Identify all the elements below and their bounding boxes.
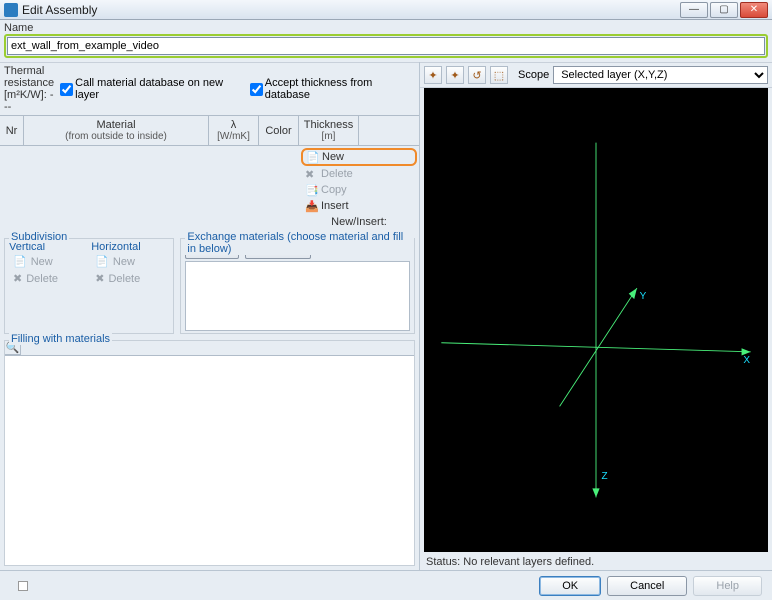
new-insert-label: New/Insert: xyxy=(301,214,417,230)
layer-table-body[interactable] xyxy=(0,146,299,236)
axis-x-label: X xyxy=(743,355,750,366)
name-highlight xyxy=(4,34,768,58)
exchange-list[interactable] xyxy=(185,261,410,331)
copy-icon: 📑 xyxy=(305,184,317,196)
title-bar: Edit Assembly — ▢ ✕ xyxy=(0,0,772,20)
subdivision-title: Subdivision xyxy=(9,231,69,243)
layer-table-header: Nr Material(from outside to inside) λ[W/… xyxy=(0,115,419,146)
scope-label: Scope xyxy=(518,69,549,81)
call-material-db-input[interactable] xyxy=(60,83,73,96)
footer-indicator xyxy=(18,581,28,591)
filling-title: Filling with materials xyxy=(9,333,112,345)
thermal-resistance-label: Thermal resistance [m²K/W]: --- xyxy=(4,65,54,113)
col-actions xyxy=(359,116,419,145)
horizontal-new-button[interactable]: 📄New xyxy=(91,253,169,270)
exchange-title: Exchange materials (choose material and … xyxy=(185,231,414,255)
minimize-button[interactable]: — xyxy=(680,2,708,18)
ok-button[interactable]: OK xyxy=(539,576,601,596)
close-button[interactable]: ✕ xyxy=(740,2,768,18)
vertical-delete-button[interactable]: ✖Delete xyxy=(9,270,87,287)
cancel-button[interactable]: Cancel xyxy=(607,576,687,596)
window-title: Edit Assembly xyxy=(22,3,680,17)
scope-select[interactable]: Selected layer (X,Y,Z) xyxy=(553,66,768,84)
help-button[interactable]: Help xyxy=(693,576,762,596)
filling-canvas[interactable] xyxy=(5,355,414,565)
col-material: Material(from outside to inside) xyxy=(24,116,209,145)
delete-layer-button[interactable]: ✖ Delete xyxy=(301,166,417,182)
horizontal-label: Horizontal xyxy=(91,241,169,253)
call-material-db-checkbox[interactable]: Call material database on new layer xyxy=(60,77,244,101)
maximize-button[interactable]: ▢ xyxy=(710,2,738,18)
view-tool-1[interactable]: ✦ xyxy=(424,66,442,84)
copy-layer-button[interactable]: 📑 Copy xyxy=(301,182,417,198)
status-bar: Status: No relevant layers defined. xyxy=(420,554,772,570)
subdivision-pane: Subdivision Vertical 📄New ✖Delete Horizo… xyxy=(4,238,174,334)
exchange-pane: Exchange materials (choose material and … xyxy=(180,238,415,334)
delete-icon: ✖ xyxy=(305,168,317,180)
vertical-new-button[interactable]: 📄New xyxy=(9,253,87,270)
app-icon xyxy=(4,3,18,17)
axis-y-label: Y xyxy=(640,291,647,302)
col-color: Color xyxy=(259,116,299,145)
horizontal-delete-button[interactable]: ✖Delete xyxy=(91,270,169,287)
new-layer-button[interactable]: 📄 New xyxy=(301,148,417,166)
view-tool-4[interactable]: ⬚ xyxy=(490,66,508,84)
view-tool-3[interactable]: ↺ xyxy=(468,66,486,84)
insert-icon: 📥 xyxy=(305,200,317,212)
view-tool-2[interactable]: ✦ xyxy=(446,66,464,84)
viewport-3d[interactable]: X Y Z xyxy=(424,88,768,552)
name-label: Name xyxy=(4,22,768,34)
col-nr: Nr xyxy=(0,116,24,145)
col-lambda: λ[W/mK] xyxy=(209,116,259,145)
accept-thickness-input[interactable] xyxy=(250,83,263,96)
insert-layer-button[interactable]: 📥 Insert xyxy=(301,198,417,214)
new-icon: 📄 xyxy=(306,151,318,163)
col-thickness: Thickness[m] xyxy=(299,116,359,145)
name-input[interactable] xyxy=(7,37,765,55)
accept-thickness-checkbox[interactable]: Accept thickness from database xyxy=(250,77,415,101)
axes-overlay: X Y Z xyxy=(424,88,768,552)
axis-z-label: Z xyxy=(601,471,607,482)
filling-pane: Filling with materials 🔍 xyxy=(4,340,415,566)
dialog-footer: OK Cancel Help xyxy=(0,570,772,600)
